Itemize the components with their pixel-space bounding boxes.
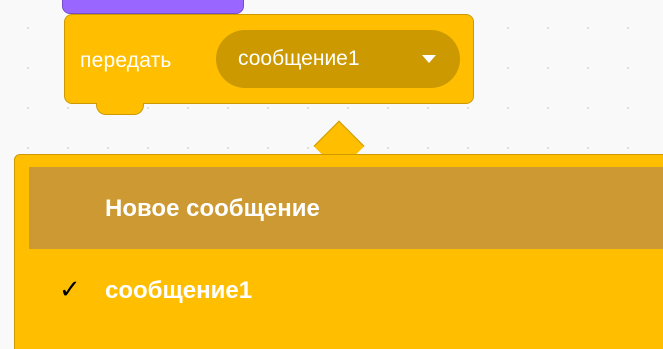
caret-down-icon [422,55,436,63]
message-dropdown-value: сообщение1 [238,47,360,70]
broadcast-block-label: передать [80,49,172,72]
menu-item-label: Новое сообщение [105,195,320,222]
menu-item-new-message[interactable]: Новое сообщение [29,167,663,249]
checkmark-icon: ✓ [59,275,81,305]
menu-item-label: сообщение1 [105,277,253,304]
message-dropdown[interactable]: сообщение1 [216,30,460,88]
previous-block[interactable] [62,0,244,14]
broadcast-block-bottom-notch [96,103,144,115]
menu-item-message1[interactable]: ✓ сообщение1 [29,249,663,331]
dropdown-menu: Новое сообщение ✓ сообщение1 [14,154,663,349]
